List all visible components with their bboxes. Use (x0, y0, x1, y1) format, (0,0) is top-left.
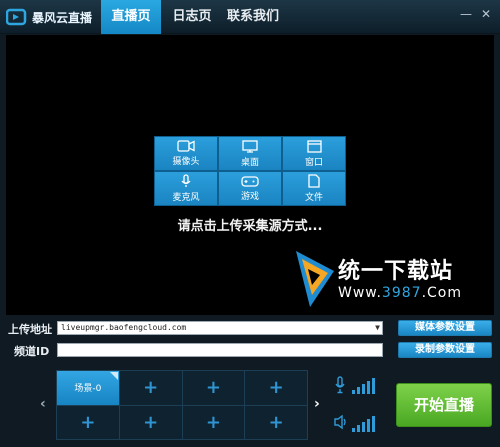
record-settings-button[interactable]: 录制参数设置 (398, 342, 492, 358)
source-desktop[interactable]: 桌面 (219, 137, 281, 170)
source-hint: 请点击上传采集源方式... (177, 219, 323, 234)
camera-icon (177, 140, 195, 152)
source-window-label: 窗口 (304, 157, 323, 168)
speaker-meter (334, 412, 384, 432)
scene-item-0[interactable]: 场景-0 (57, 371, 119, 405)
file-icon (308, 174, 320, 188)
scene-grid: 场景-0 + + + + + + + (56, 370, 308, 440)
source-window[interactable]: 窗口 (283, 137, 345, 170)
watermark-url-prefix: Www. (338, 285, 382, 301)
source-game[interactable]: 游戏 (219, 172, 281, 205)
source-file[interactable]: 文件 (283, 172, 345, 205)
watermark-url-suffix: .Com (421, 285, 462, 301)
scene-corner-icon (109, 372, 118, 380)
monitor-icon (242, 139, 258, 153)
preview-area: 摄像头 桌面 窗口 麦克风 游戏 文件 请点击上传采集源方式... 统一下载站 … (6, 35, 494, 315)
minimize-button[interactable]: — (458, 6, 474, 22)
tab-log[interactable]: 日志页 (166, 0, 218, 34)
tab-live[interactable]: 直播页 (101, 0, 161, 34)
watermark-url: Www.3987.Com (338, 285, 462, 301)
source-file-label: 文件 (304, 193, 323, 203)
add-scene-button[interactable]: + (245, 371, 307, 405)
source-selector: 摄像头 桌面 窗口 麦克风 游戏 文件 (154, 136, 346, 206)
chevron-down-icon[interactable]: ▼ (375, 322, 380, 334)
scene-next-button[interactable]: › (314, 396, 320, 412)
add-scene-button[interactable]: + (182, 405, 245, 439)
channel-id-input[interactable] (57, 343, 383, 357)
watermark-url-accent: 3987 (381, 285, 422, 301)
watermark: 统一下载站 Www.3987.Com (294, 245, 494, 315)
source-desktop-label: 桌面 (240, 157, 259, 168)
gamepad-icon (241, 176, 259, 187)
source-microphone-label: 麦克风 (172, 193, 200, 203)
mic-level-bars (352, 378, 375, 394)
microphone-icon (181, 174, 191, 187)
microphone-icon[interactable] (334, 376, 346, 394)
add-scene-button[interactable]: + (119, 371, 182, 405)
window-icon (306, 139, 322, 153)
add-scene-button[interactable]: + (119, 405, 182, 439)
speaker-level-bars (352, 416, 375, 432)
tab-contact[interactable]: 联系我们 (222, 0, 284, 34)
upload-address-select[interactable]: liveupmgr.baofengcloud.com ▼ (57, 321, 383, 335)
mic-meter (334, 374, 384, 394)
title-bar: 暴风云直播 直播页 日志页 联系我们 — ✕ (0, 0, 500, 34)
start-live-button[interactable]: 开始直播 (396, 383, 492, 427)
upload-label: 上传地址 (8, 323, 52, 336)
speaker-icon[interactable] (334, 414, 348, 430)
add-scene-button[interactable]: + (182, 371, 245, 405)
source-camera-label: 摄像头 (172, 157, 200, 167)
source-camera[interactable]: 摄像头 (155, 137, 217, 170)
watermark-logo-icon (296, 251, 334, 307)
scene-prev-button[interactable]: ‹ (40, 396, 46, 412)
upload-address-value: liveupmgr.baofengcloud.com (61, 323, 187, 332)
logo-icon (6, 8, 27, 26)
source-game-label: 游戏 (240, 192, 259, 202)
close-button[interactable]: ✕ (478, 6, 494, 22)
scene-label: 场景-0 (74, 384, 102, 395)
media-settings-button[interactable]: 媒体参数设置 (398, 320, 492, 336)
channel-label: 频道ID (14, 345, 50, 358)
logo-text: 暴风云直播 (32, 10, 93, 25)
source-microphone[interactable]: 麦克风 (155, 172, 217, 205)
add-scene-button[interactable]: + (57, 405, 119, 439)
watermark-title: 统一下载站 (338, 259, 454, 284)
add-scene-button[interactable]: + (245, 405, 307, 439)
app-logo: 暴风云直播 (6, 7, 92, 27)
